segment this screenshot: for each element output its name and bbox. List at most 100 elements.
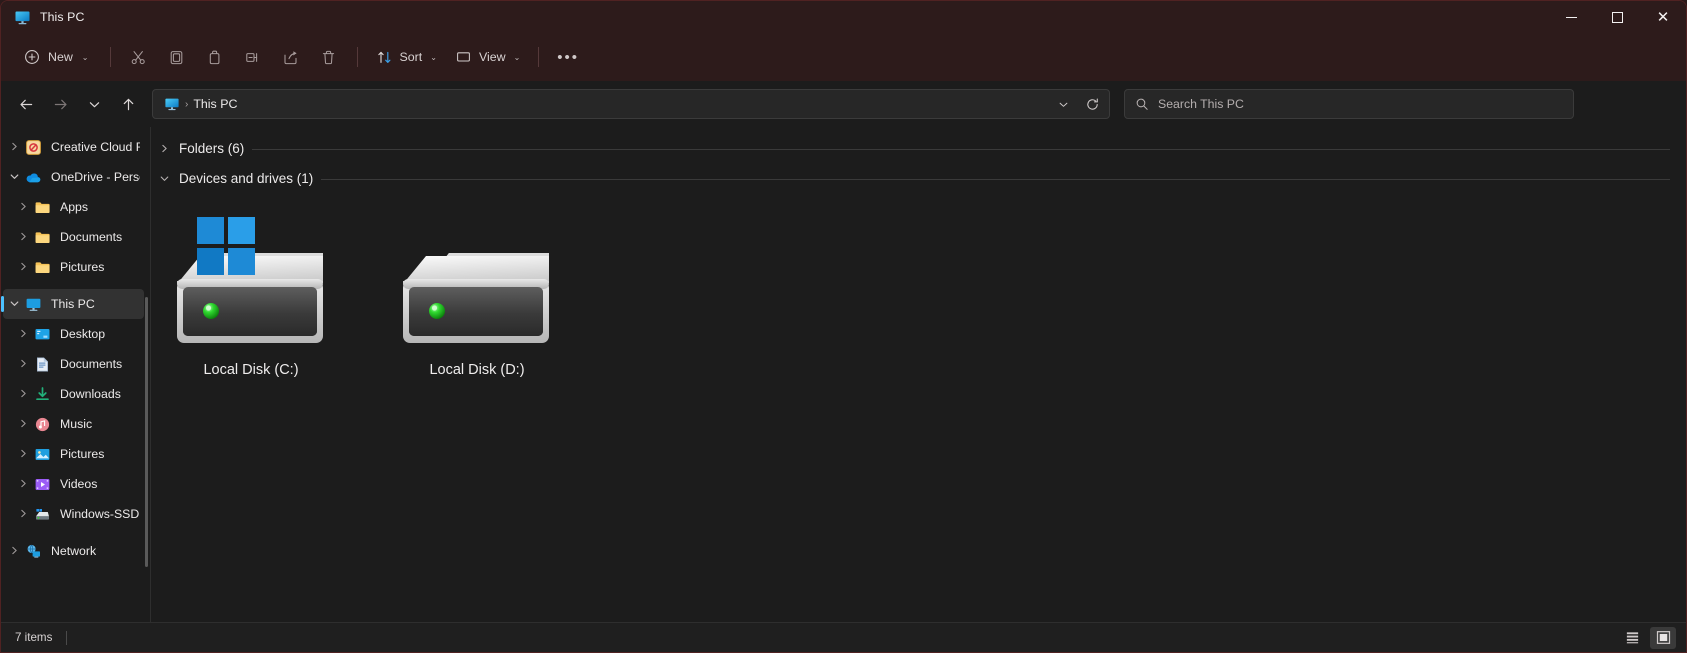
ellipsis-icon: ••• [557,48,580,66]
sidebar-item-label: Creative Cloud Fi [51,140,140,154]
chevron-right-icon[interactable] [3,545,25,558]
sidebar-item-windows-ssd[interactable]: Windows-SSD ( [3,499,144,529]
sidebar-item-videos[interactable]: Videos [3,469,144,499]
command-bar: New ⌄ Sort ⌄ View ⌄ ••• [1,33,1686,81]
chevron-right-icon[interactable] [12,478,34,491]
chevron-down-icon: ⌄ [430,52,437,62]
rename-button[interactable] [234,40,272,74]
large-icons-view-button[interactable] [1650,626,1676,649]
desktop-icon [34,326,51,343]
refresh-button[interactable] [1078,91,1107,117]
sidebar-item-pictures[interactable]: Pictures [3,439,144,469]
sidebar-scrollbar[interactable] [145,297,148,567]
view-button-label: View [478,50,506,64]
chevron-right-icon[interactable] [12,388,34,401]
minimize-button[interactable] [1548,1,1594,33]
forward-button[interactable] [43,88,77,120]
drive-icon [34,506,51,523]
drive-tile[interactable]: Local Disk (C:) [169,205,333,386]
drive-label: Local Disk (C:) [203,362,299,378]
search-box[interactable] [1124,89,1574,119]
sidebar-list: Creative Cloud Fi OneDrive - Perso Apps Doc… [1,132,150,566]
sidebar-item-this-pc[interactable]: This PC [1,289,144,319]
drive-label: Local Disk (D:) [429,362,525,378]
chevron-down-icon[interactable] [3,171,25,184]
toolbar-divider-2 [356,47,358,67]
documents-icon [34,356,51,373]
toolbar-divider [109,47,111,67]
this-pc-icon [25,296,42,313]
chevron-right-icon[interactable] [12,328,34,341]
address-bar[interactable]: › This PC [152,89,1110,119]
chevron-right-icon[interactable] [12,231,34,244]
breadcrumb[interactable]: › This PC [161,96,1049,112]
paste-icon [206,49,223,66]
delete-button[interactable] [310,40,348,74]
paste-button[interactable] [196,40,234,74]
group-label: Devices and drives (1) [179,170,314,186]
sidebar-item-music[interactable]: Music [3,409,144,439]
sidebar-item-label: Pictures [60,447,105,461]
chevron-right-icon[interactable] [12,201,34,214]
sidebar-item-desktop[interactable]: Desktop [3,319,144,349]
chevron-right-icon[interactable] [12,418,34,431]
window-controls: ✕ [1548,1,1686,33]
hard-drive-icon [397,211,557,356]
sidebar-item-network[interactable]: Network [3,536,144,566]
item-count: 7 items [15,631,53,644]
group-label: Folders (6) [179,140,245,156]
status-divider [66,630,68,645]
view-button[interactable]: View ⌄ [446,40,529,74]
this-pc-icon [164,96,180,112]
arrow-right-icon [54,99,67,109]
sidebar-item-apps[interactable]: Apps [3,192,144,222]
arrow-up-icon [123,98,133,110]
share-icon [282,49,299,66]
sort-button[interactable]: Sort ⌄ [367,40,446,74]
chevron-right-icon[interactable] [12,508,34,521]
details-view-button[interactable] [1619,627,1645,649]
sidebar-item-onedrive-perso[interactable]: OneDrive - Perso [3,162,144,192]
status-bar: 7 items [1,622,1686,652]
group-header-folders[interactable]: Folders (6) [151,135,1686,161]
toolbar-divider-3 [538,47,540,67]
this-pc-icon [14,9,31,26]
sidebar-item-documents[interactable]: Documents [3,349,144,379]
more-options-button[interactable]: ••• [548,40,588,74]
drive-tile[interactable]: Local Disk (D:) [395,205,559,386]
sidebar-item-label: OneDrive - Perso [51,170,140,184]
explorer-body: Creative Cloud Fi OneDrive - Perso Apps Doc… [1,127,1686,622]
chevron-right-icon[interactable] [12,448,34,461]
chevron-right-icon[interactable] [3,141,25,154]
share-button[interactable] [272,40,310,74]
sidebar-item-label: Pictures [60,260,105,274]
creative-cloud-icon [25,139,42,156]
folder-icon [34,259,51,276]
sidebar-item-label: Videos [60,477,98,491]
group-rule [321,178,1670,180]
chevron-down-icon: ⌄ [81,52,89,62]
sidebar-item-documents[interactable]: Documents [3,222,144,252]
maximize-button[interactable] [1594,1,1640,33]
search-input[interactable] [1158,97,1563,111]
back-button[interactable] [9,88,43,120]
chevron-down-icon[interactable] [3,298,25,311]
copy-icon [168,49,185,66]
copy-button[interactable] [158,40,196,74]
sidebar-item-downloads[interactable]: Downloads [3,379,144,409]
sidebar-item-pictures[interactable]: Pictures [3,252,144,282]
cut-button[interactable] [120,40,158,74]
new-button[interactable]: New ⌄ [15,40,101,74]
recent-locations-button[interactable] [77,88,111,120]
address-dropdown-button[interactable] [1049,91,1078,117]
breadcrumb-path[interactable]: This PC [193,97,237,111]
sidebar-item-creative-cloud-fi[interactable]: Creative Cloud Fi [3,132,144,162]
list-details-icon [1626,632,1638,644]
group-header-devices[interactable]: Devices and drives (1) [151,165,1686,191]
chevron-right-icon[interactable] [12,261,34,274]
breadcrumb-separator: › [185,98,189,110]
up-button[interactable] [111,88,145,120]
chevron-right-icon[interactable] [12,358,34,371]
close-button[interactable]: ✕ [1640,1,1686,33]
